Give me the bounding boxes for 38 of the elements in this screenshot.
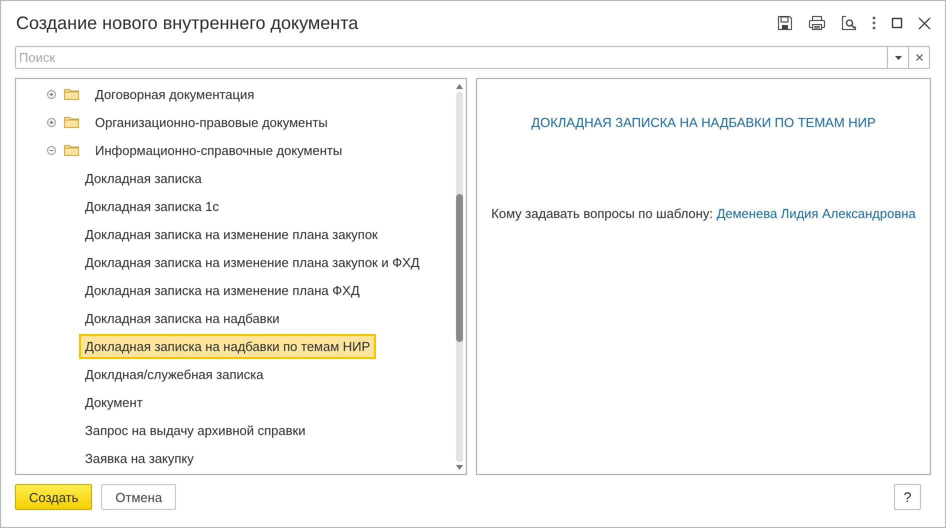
folder-icon bbox=[64, 116, 79, 128]
preview-icon[interactable] bbox=[841, 15, 857, 31]
template-item[interactable]: Документ bbox=[79, 390, 149, 414]
folder-item[interactable]: Информационно-справочные документы bbox=[89, 138, 348, 162]
more-icon[interactable] bbox=[872, 16, 876, 30]
window-title: Создание нового внутреннего документа bbox=[16, 12, 360, 34]
clear-icon bbox=[916, 54, 922, 61]
save-icon[interactable] bbox=[777, 15, 793, 31]
scroll-up-icon[interactable] bbox=[456, 84, 462, 89]
create-button[interactable]: Создать bbox=[15, 484, 92, 510]
scroll-down-icon[interactable] bbox=[456, 465, 462, 470]
template-heading: ДОКЛАДНАЯ ЗАПИСКА НА НАДБАВКИ ПО ТЕМАМ НИР bbox=[531, 115, 876, 130]
caret-icon bbox=[894, 56, 902, 60]
expand-icon[interactable] bbox=[47, 90, 56, 98]
template-item[interactable]: Докладная записка на надбавки bbox=[79, 306, 286, 330]
close-icon[interactable] bbox=[918, 16, 931, 30]
folder-icon bbox=[64, 88, 79, 100]
template-item[interactable]: Докладная записка на изменение плана закупок bbox=[79, 222, 384, 246]
contact-link[interactable]: Деменева Лидия Александровна bbox=[716, 206, 916, 221]
collapse-icon[interactable] bbox=[47, 146, 56, 154]
template-item[interactable]: Заявка на закупку bbox=[79, 446, 200, 470]
folder-item[interactable]: Организационно-правовые документы bbox=[89, 110, 334, 134]
template-item[interactable]: Докладная записка 1с bbox=[79, 194, 226, 218]
scrollbar-thumb[interactable] bbox=[456, 194, 462, 342]
template-item[interactable]: Докладная записка на изменение плана закупок и ФХД bbox=[79, 250, 426, 274]
template-item[interactable]: Запрос на выдачу архивной справки bbox=[79, 418, 312, 442]
template-item[interactable]: Докладная записка на изменение плана ФХД bbox=[79, 278, 366, 302]
expand-icon[interactable] bbox=[47, 118, 56, 126]
template-item[interactable]: Докладная записка bbox=[79, 166, 208, 190]
template-item[interactable]: Доклдная/служебная записка bbox=[79, 362, 270, 386]
maximize-icon[interactable] bbox=[891, 17, 903, 29]
folder-item[interactable]: Договорная документация bbox=[89, 82, 260, 106]
template-item[interactable]: Докладная записка на надбавки по темам НИР bbox=[79, 334, 376, 358]
print-icon[interactable] bbox=[808, 15, 826, 31]
contact-label: Кому задавать вопросы по шаблону: bbox=[491, 206, 713, 221]
cancel-button[interactable]: Отмена bbox=[101, 484, 176, 510]
folder-icon bbox=[64, 144, 79, 156]
help-button[interactable]: ? bbox=[894, 484, 921, 510]
